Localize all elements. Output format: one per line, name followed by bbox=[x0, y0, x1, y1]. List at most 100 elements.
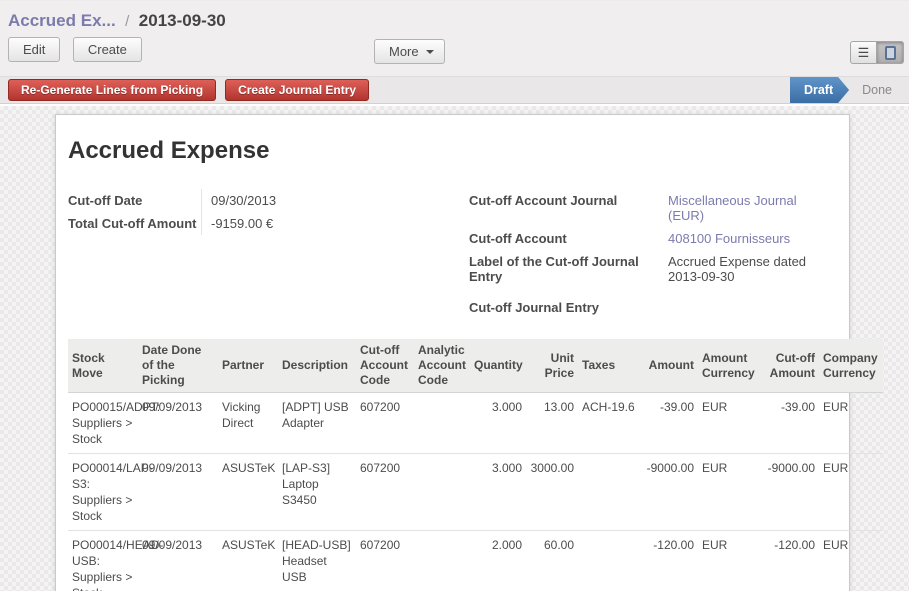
table-cell: EUR bbox=[698, 393, 760, 454]
table-cell: 607200 bbox=[356, 454, 414, 531]
total-cutoff-amount-label: Total Cut-off Amount bbox=[68, 212, 201, 235]
field-group-right: Cut-off Account Journal Miscellaneous Jo… bbox=[469, 189, 849, 319]
field-row: Cut-off Account 408100 Fournisseurs bbox=[469, 227, 849, 250]
page-title: Accrued Expense bbox=[68, 137, 849, 165]
cutoff-journal-entry-label: Cut-off Journal Entry bbox=[469, 296, 668, 319]
table-cell: EUR bbox=[819, 454, 883, 531]
cutoff-date-label: Cut-off Date bbox=[68, 189, 201, 212]
cutoff-account-journal-value[interactable]: Miscellaneous Journal (EUR) bbox=[668, 189, 833, 227]
field-row: Cut-off Journal Entry bbox=[469, 296, 849, 319]
edit-button[interactable]: Edit bbox=[8, 37, 60, 62]
table-cell: EUR bbox=[698, 454, 760, 531]
table-cell: 3000.00 bbox=[526, 454, 578, 531]
table-cell bbox=[414, 454, 470, 531]
table-cell: -120.00 bbox=[640, 531, 698, 591]
column-header[interactable]: Date Done of the Picking bbox=[138, 339, 218, 393]
regenerate-lines-button[interactable]: Re-Generate Lines from Picking bbox=[8, 79, 216, 101]
statusbar: Draft Done bbox=[790, 77, 909, 103]
column-header[interactable]: Amount bbox=[640, 339, 698, 393]
more-button[interactable]: More bbox=[374, 39, 445, 64]
table-cell: 3.000 bbox=[470, 393, 526, 454]
table-cell: PO00014/LAP-S3: Suppliers > Stock bbox=[68, 454, 138, 531]
status-done[interactable]: Done bbox=[849, 77, 909, 103]
table-cell: 09/09/2013 bbox=[138, 531, 218, 591]
table-header-row: Stock MoveDate Done of the PickingPartne… bbox=[68, 339, 883, 393]
table-cell: -9000.00 bbox=[640, 454, 698, 531]
table-cell bbox=[578, 531, 640, 591]
create-journal-entry-button[interactable]: Create Journal Entry bbox=[225, 79, 369, 101]
field-groups: Cut-off Date 09/30/2013 Total Cut-off Am… bbox=[68, 189, 849, 319]
table-cell bbox=[414, 531, 470, 591]
table-cell: 09/09/2013 bbox=[138, 454, 218, 531]
table-cell: 607200 bbox=[356, 393, 414, 454]
table-cell: [ADPT] USB Adapter bbox=[278, 393, 356, 454]
column-header[interactable]: Unit Price bbox=[526, 339, 578, 393]
table-row[interactable]: PO00014/HEAD-USB: Suppliers > Stock09/09… bbox=[68, 531, 883, 591]
form-icon bbox=[885, 46, 896, 60]
table-cell: [LAP-S3] Laptop S3450 bbox=[278, 454, 356, 531]
table-cell: -9000.00 bbox=[760, 454, 819, 531]
column-header[interactable]: Analytic Account Code bbox=[414, 339, 470, 393]
table-cell: ASUSTeK bbox=[218, 454, 278, 531]
table-cell bbox=[578, 454, 640, 531]
content-background: Accrued Expense Cut-off Date 09/30/2013 … bbox=[0, 106, 909, 591]
status-band: Re-Generate Lines from Picking Create Jo… bbox=[0, 76, 909, 104]
more-button-label: More bbox=[389, 44, 419, 59]
column-header[interactable]: Amount Currency bbox=[698, 339, 760, 393]
field-row: Cut-off Date 09/30/2013 bbox=[68, 189, 469, 212]
column-header[interactable]: Partner bbox=[218, 339, 278, 393]
table-cell: 13.00 bbox=[526, 393, 578, 454]
view-switcher: ☰ bbox=[850, 41, 904, 64]
cutoff-date-value: 09/30/2013 bbox=[201, 189, 469, 212]
field-row: Label of the Cut-off Journal Entry Accru… bbox=[469, 250, 849, 288]
journal-entry-label-value: Accrued Expense dated 2013-09-30 bbox=[668, 250, 833, 288]
journal-entry-label-label: Label of the Cut-off Journal Entry bbox=[469, 250, 668, 288]
list-view-button[interactable]: ☰ bbox=[850, 41, 877, 64]
column-header[interactable]: Cut-off Amount bbox=[760, 339, 819, 393]
column-header[interactable]: Stock Move bbox=[68, 339, 138, 393]
breadcrumb-parent-link[interactable]: Accrued Ex... bbox=[8, 11, 116, 30]
total-cutoff-amount-value: -9159.00 € bbox=[201, 212, 469, 235]
table-cell: Vicking Direct bbox=[218, 393, 278, 454]
list-icon: ☰ bbox=[858, 46, 870, 59]
toolbar: Edit Create More ☰ bbox=[0, 37, 909, 76]
column-header[interactable]: Description bbox=[278, 339, 356, 393]
table-row[interactable]: PO00015/ADPT: Suppliers > Stock09/09/201… bbox=[68, 393, 883, 454]
table-cell: 09/09/2013 bbox=[138, 393, 218, 454]
cutoff-account-value[interactable]: 408100 Fournisseurs bbox=[668, 227, 833, 250]
column-header[interactable]: Cut-off Account Code bbox=[356, 339, 414, 393]
table-cell: 60.00 bbox=[526, 531, 578, 591]
field-row: Total Cut-off Amount -9159.00 € bbox=[68, 212, 469, 235]
lines-table: Stock MoveDate Done of the PickingPartne… bbox=[68, 339, 883, 591]
column-header[interactable]: Company Currency bbox=[819, 339, 883, 393]
table-cell: EUR bbox=[698, 531, 760, 591]
table-cell: -39.00 bbox=[760, 393, 819, 454]
cutoff-journal-entry-value bbox=[668, 296, 833, 319]
odoo-window: Accrued Ex... / 2013-09-30 Edit Create M… bbox=[0, 0, 909, 591]
form-view-button[interactable] bbox=[877, 41, 904, 64]
table-row[interactable]: PO00014/LAP-S3: Suppliers > Stock09/09/2… bbox=[68, 454, 883, 531]
table-cell: -39.00 bbox=[640, 393, 698, 454]
table-cell: PO00015/ADPT: Suppliers > Stock bbox=[68, 393, 138, 454]
column-header[interactable]: Quantity bbox=[470, 339, 526, 393]
table-cell: 607200 bbox=[356, 531, 414, 591]
table-cell: 3.000 bbox=[470, 454, 526, 531]
table-cell bbox=[414, 393, 470, 454]
table-cell: [HEAD-USB] Headset USB bbox=[278, 531, 356, 591]
lines-list: Stock MoveDate Done of the PickingPartne… bbox=[68, 339, 883, 591]
cutoff-account-label: Cut-off Account bbox=[469, 227, 668, 250]
table-cell: PO00014/HEAD-USB: Suppliers > Stock bbox=[68, 531, 138, 591]
create-button[interactable]: Create bbox=[73, 37, 142, 62]
table-cell: EUR bbox=[819, 393, 883, 454]
form-sheet-inner: Accrued Expense Cut-off Date 09/30/2013 … bbox=[56, 115, 849, 591]
table-body: PO00015/ADPT: Suppliers > Stock09/09/201… bbox=[68, 393, 883, 591]
status-draft[interactable]: Draft bbox=[790, 77, 849, 103]
table-cell: -120.00 bbox=[760, 531, 819, 591]
column-header[interactable]: Taxes bbox=[578, 339, 640, 393]
field-row: Cut-off Account Journal Miscellaneous Jo… bbox=[469, 189, 849, 227]
table-cell: ACH-19.6 bbox=[578, 393, 640, 454]
breadcrumb-current: 2013-09-30 bbox=[139, 11, 226, 30]
table-cell: ASUSTeK bbox=[218, 531, 278, 591]
table-cell: 2.000 bbox=[470, 531, 526, 591]
top-bar: Accrued Ex... / 2013-09-30 Edit Create M… bbox=[0, 1, 909, 76]
